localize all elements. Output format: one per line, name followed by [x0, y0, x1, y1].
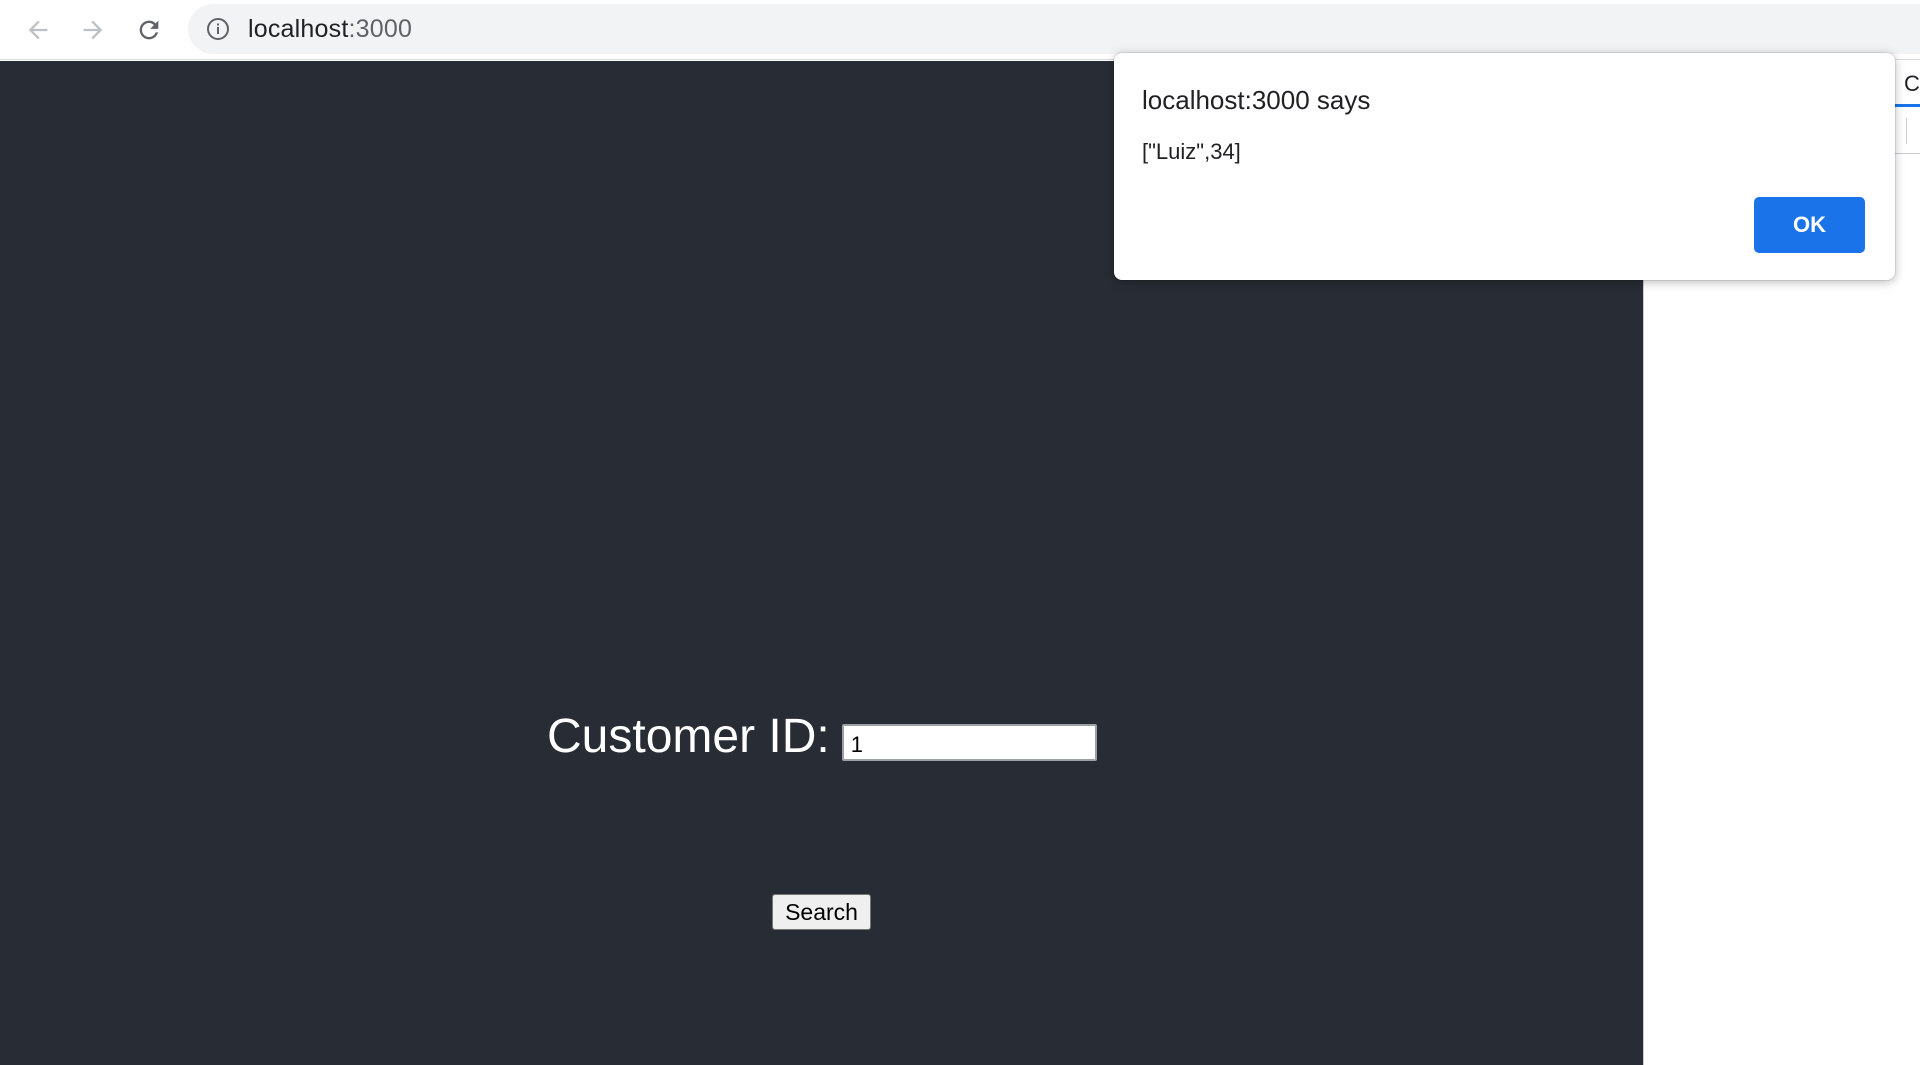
url-text: localhost:3000 — [248, 15, 412, 44]
reload-icon — [139, 20, 159, 40]
arrow-left-icon — [28, 20, 48, 40]
customer-form-row: Customer ID: — [547, 713, 1097, 761]
reload-button[interactable] — [127, 8, 171, 52]
back-button[interactable] — [16, 8, 60, 52]
arrow-right-icon — [83, 20, 103, 40]
dialog-title: localhost:3000 says — [1142, 85, 1371, 115]
search-button[interactable]: Search — [772, 894, 871, 930]
forward-button[interactable] — [71, 8, 115, 52]
browser-toolbar: localhost:3000 — [0, 0, 1920, 60]
info-icon[interactable] — [206, 17, 230, 41]
toolbar-divider — [1906, 118, 1907, 144]
dialog-message: ["Luiz",34] — [1142, 139, 1241, 164]
customer-id-input[interactable] — [841, 723, 1097, 761]
ok-button[interactable]: OK — [1754, 197, 1865, 253]
url-port: :3000 — [348, 15, 413, 43]
alert-dialog: localhost:3000 says ["Luiz",34] OK — [1114, 53, 1895, 280]
devtools-tab-active[interactable]: C — [1894, 61, 1920, 107]
address-bar[interactable]: localhost:3000 — [188, 4, 1920, 54]
url-host: localhost — [248, 15, 349, 43]
customer-id-label: Customer ID: — [547, 710, 830, 763]
